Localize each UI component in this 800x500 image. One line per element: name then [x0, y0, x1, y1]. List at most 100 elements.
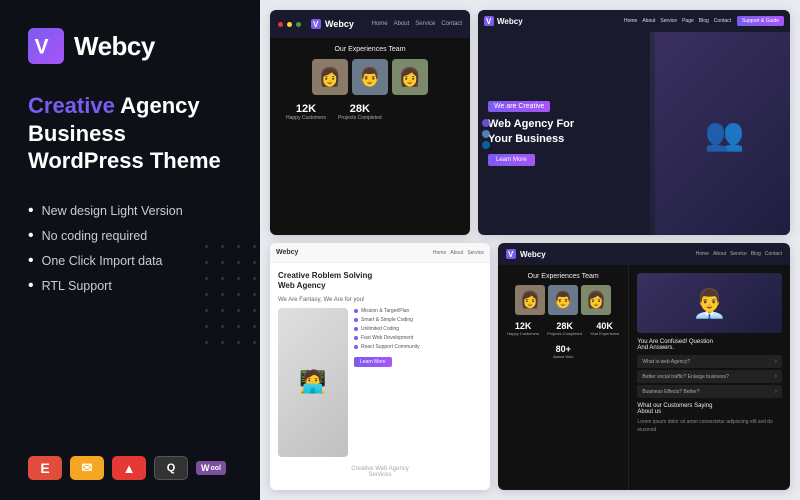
pl-body: Our Experiences Team 👩 👨 👩 12K Ha: [270, 38, 470, 235]
left-panel: V Webcy Creative Agency BusinessWordPres…: [0, 0, 260, 500]
pbr-logo-icon: V: [506, 249, 516, 259]
pbr-q-arrow-1: ›: [775, 358, 777, 365]
pr-nav: Home About Service Page Blog Contact: [624, 18, 731, 24]
pbr-right-section: 👨‍💼 You Are Confused! QuestionAnd Answer…: [629, 265, 790, 490]
pbl-text-area: Mission & Target/Plan Smart & Simple Cod…: [354, 308, 482, 457]
pbr-review-section: What our Customers SayingAbout us Lorem …: [637, 403, 782, 434]
pbr-stat-label-2: Projects Completed: [547, 331, 582, 336]
pbl-agency-title: Creative Roblem SolvingWeb Agency: [278, 271, 482, 292]
pbr-header: V Webcy Home About Service Blog Contact: [498, 243, 790, 265]
pbr-team-photos: 👩 👨 👩: [506, 285, 620, 315]
pbr-person-icon: 👨‍💼: [692, 287, 727, 320]
svg-text:V: V: [313, 20, 319, 29]
pbr-body: Our Experiences Team 👩 👨 👩 12K Happy Cus…: [498, 265, 790, 490]
preview-top-left-header: V Webcy Home About Service Contact: [270, 10, 470, 38]
pr-hero: We are Creative Web Agency ForYour Busin…: [478, 32, 790, 235]
pbl-nav-service: Service: [467, 250, 484, 256]
pr-logo-icon: V: [484, 16, 494, 26]
pbr-q-item-3[interactable]: Business Effects? Better? ›: [637, 385, 782, 398]
pr-nav-home: Home: [624, 18, 637, 24]
pbr-photo-1: 👩: [515, 285, 545, 315]
pbl-feature-3: Unlimited Coding: [354, 326, 482, 332]
pbr-nav-contact: Contact: [765, 251, 782, 257]
pr-social-fb: [482, 119, 490, 127]
window-dot-yellow: [287, 22, 292, 27]
woo-label: ool: [211, 465, 222, 472]
pbl-feature-1: Mission & Target/Plan: [354, 308, 482, 314]
pbr-stat-num-2: 28K: [547, 321, 582, 331]
feature-label-1: New design Light Version: [42, 204, 183, 218]
pr-hero-image: 👥: [655, 32, 790, 235]
pr-nav-about: About: [642, 18, 655, 24]
pbl-subtitle: We Are Fantasy, We Are for you!: [278, 297, 482, 303]
pbr-stat-label-4: Award Won: [553, 354, 574, 359]
pl-stat-1: 12K Happy Customers: [286, 103, 326, 121]
mailchimp-badge: ✉: [70, 456, 104, 480]
pr-people-icon: 👥: [705, 115, 745, 153]
pbr-stat-2: 28K Projects Completed: [547, 321, 582, 336]
woo-w-letter: W: [201, 463, 210, 473]
pbr-q-text-1: What is web Agency?: [642, 359, 690, 365]
pbl-feature-5: React Support Community: [354, 344, 482, 350]
tagline: Creative Agency BusinessWordPress Theme: [28, 92, 232, 175]
pr-hero-left: We are Creative Web Agency ForYour Busin…: [478, 32, 650, 235]
pl-stat-num-2: 28K: [338, 103, 382, 115]
pbr-logo-text: Webcy: [520, 250, 546, 259]
logo-area: V Webcy: [28, 28, 232, 64]
pbl-footer-title: Creative Web AgencyServices: [278, 462, 482, 482]
pbl-feature-dot-3: [354, 327, 358, 331]
pbr-stat-1: 12K Happy Customers: [507, 321, 539, 336]
pl-nav-service: Service: [415, 21, 435, 27]
pbr-q-text-3: Business Effects? Better?: [642, 389, 699, 395]
pl-team-photos: 👩 👨 👩: [278, 59, 462, 95]
pl-stats: 12K Happy Customers 28K Projects Complet…: [278, 103, 462, 121]
pbl-feature-2: Smart & Simple Coding: [354, 317, 482, 323]
pbr-nav-blog: Blog: [751, 251, 761, 257]
pl-team-photo-1: 👩: [312, 59, 348, 95]
pbr-q-item-1[interactable]: What is web Agency? ›: [637, 355, 782, 368]
pl-logo-icon: V: [311, 19, 321, 29]
pr-logo: V Webcy: [484, 16, 523, 26]
pl-stat-num-1: 12K: [286, 103, 326, 115]
pbl-feature-dot-2: [354, 318, 358, 322]
pr-support-btn[interactable]: Support & Guide: [737, 16, 784, 26]
elementor-badge: E: [28, 456, 62, 480]
pbr-big-photo: 👨‍💼: [637, 273, 782, 333]
pbr-stat-num-4: 80+: [553, 344, 574, 354]
previews-bottom-row: Webcy Home About Service Creative Roblem…: [270, 243, 790, 490]
pbr-review-title: What our Customers SayingAbout us: [637, 403, 782, 415]
preview-top-right: V Webcy Home About Service Page Blog Con…: [478, 10, 790, 235]
pbr-left-section: Our Experiences Team 👩 👨 👩 12K Happy Cus…: [498, 265, 629, 490]
pbl-features: Mission & Target/Plan Smart & Simple Cod…: [354, 308, 482, 350]
brand-name: Webcy: [74, 31, 155, 62]
pr-hero-right: 👥: [650, 32, 790, 235]
pbl-header: Webcy Home About Service: [270, 243, 490, 263]
window-dot-green: [296, 22, 301, 27]
pr-hero-title: Web Agency ForYour Business: [488, 117, 640, 146]
webcy-logo-icon: V: [28, 28, 64, 64]
pbr-nav-home: Home: [696, 251, 709, 257]
pl-stat-2: 28K Projects Completed: [338, 103, 382, 121]
pbl-person-icon: 🧑‍💻: [299, 369, 326, 395]
pbr-q-item-2[interactable]: Better social traffic? Enlarge business?…: [637, 370, 782, 383]
right-panel: V Webcy Home About Service Contact Our E…: [260, 0, 800, 500]
window-dot-red: [278, 22, 283, 27]
pbr-nav: Home About Service Blog Contact: [696, 251, 782, 257]
feature-label-3: One Click Import data: [42, 254, 163, 268]
pl-stat-label-1: Happy Customers: [286, 115, 326, 121]
pr-learn-more[interactable]: Learn More: [488, 154, 535, 166]
pbl-logo-text: Webcy: [276, 249, 298, 256]
pl-logo: V Webcy: [311, 19, 354, 29]
pbr-stat-num-3: 40K: [590, 321, 619, 331]
pbl-cta-btn[interactable]: Learn More: [354, 357, 392, 367]
plugin-badges-row: E ✉ ▲ Q W ool: [28, 456, 232, 480]
pr-social-ln: [482, 141, 490, 149]
quform-badge: Q: [154, 456, 188, 480]
pl-team-photo-3: 👩: [392, 59, 428, 95]
pbl-feature-dot-1: [354, 309, 358, 313]
pr-header: V Webcy Home About Service Page Blog Con…: [478, 10, 790, 32]
pbl-nav-about: About: [450, 250, 463, 256]
pbr-stat-label-1: Happy Customers: [507, 331, 539, 336]
pl-stat-label-2: Projects Completed: [338, 115, 382, 121]
pl-nav-about: About: [394, 21, 410, 27]
